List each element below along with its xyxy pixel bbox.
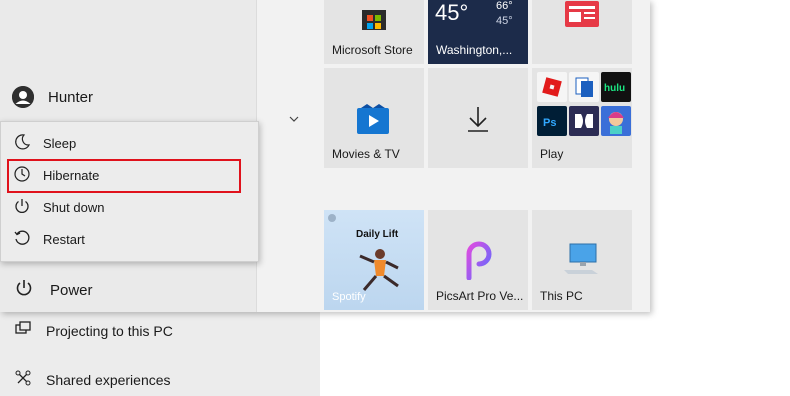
news-icon	[565, 1, 599, 27]
menu-item-label: Shut down	[43, 199, 105, 215]
tile-label: This PC	[540, 289, 583, 303]
tile-movies-tv[interactable]: Movies & TV	[324, 68, 424, 168]
spotify-dot-icon	[328, 214, 336, 222]
chevron-down-icon[interactable]	[287, 112, 301, 126]
settings-item-label: Shared experiences	[46, 371, 171, 388]
user-avatar-icon	[12, 86, 34, 108]
weather-city: Washington,...	[436, 43, 513, 57]
tile-label: Play	[540, 147, 564, 161]
tile-label: PicsArt Pro Ve...	[436, 289, 524, 303]
weather-low: 45°	[496, 15, 513, 27]
movies-tv-icon	[357, 104, 389, 134]
tile-play[interactable]: hulu Ps Play	[532, 68, 632, 168]
download-arrow-icon	[468, 107, 488, 132]
svg-text:Ps: Ps	[543, 117, 556, 129]
power-options-menu: Sleep Hibernate Shut down Restart	[0, 121, 259, 262]
user-name: Hunter	[48, 88, 94, 106]
weather-high: 66°	[496, 0, 513, 12]
settings-item-label: Projecting to this PC	[46, 322, 173, 339]
dolby-icon	[569, 106, 599, 136]
restart-icon	[13, 229, 31, 250]
power-icon	[13, 197, 31, 218]
computer-icon	[564, 243, 598, 274]
tile-weather[interactable]: 45° 66° 45° Washington,...	[428, 0, 528, 64]
projector-icon	[14, 320, 32, 341]
tile-download[interactable]	[428, 68, 528, 168]
game-character-icon	[601, 106, 631, 136]
picsart-icon	[466, 241, 492, 280]
play-app-grid: hulu Ps	[537, 72, 632, 136]
settings-item-projecting[interactable]: Projecting to this PC	[14, 320, 173, 341]
power-button[interactable]: Power	[14, 278, 93, 302]
weather-temp: 45°	[435, 0, 469, 25]
hulu-icon: hulu	[601, 72, 631, 102]
tile-this-pc[interactable]: This PC	[532, 210, 632, 310]
moon-icon	[13, 133, 31, 154]
dancer-image-icon	[359, 249, 399, 291]
store-bag-icon	[362, 10, 386, 30]
tile-picsart[interactable]: PicsArt Pro Ve...	[428, 210, 528, 310]
settings-item-shared[interactable]: Shared experiences	[14, 369, 171, 390]
user-account-button[interactable]: Hunter	[12, 86, 93, 108]
power-label: Power	[50, 281, 93, 299]
spotify-playlist-title: Daily Lift	[356, 229, 399, 240]
menu-item-label: Sleep	[43, 135, 77, 151]
power-icon	[14, 278, 34, 302]
hibernate-highlight-box	[7, 159, 241, 193]
svg-text:hulu: hulu	[604, 83, 625, 94]
solitaire-icon	[569, 72, 599, 102]
tile-spotify[interactable]: Daily Lift Spotify	[324, 210, 424, 310]
photoshop-icon: Ps	[537, 106, 567, 136]
tile-label: Microsoft Store	[332, 43, 413, 57]
tile-label: Spotify	[332, 291, 366, 303]
shut-down-menu-item[interactable]: Shut down	[13, 196, 104, 218]
tile-news[interactable]	[532, 0, 632, 64]
share-icon	[14, 369, 32, 390]
restart-menu-item[interactable]: Restart	[13, 228, 85, 250]
roblox-icon	[537, 72, 567, 102]
sleep-menu-item[interactable]: Sleep	[13, 132, 76, 154]
tile-microsoft-store[interactable]: Microsoft Store	[324, 0, 424, 64]
tile-label: Movies & TV	[332, 147, 400, 161]
menu-item-label: Restart	[43, 231, 85, 247]
